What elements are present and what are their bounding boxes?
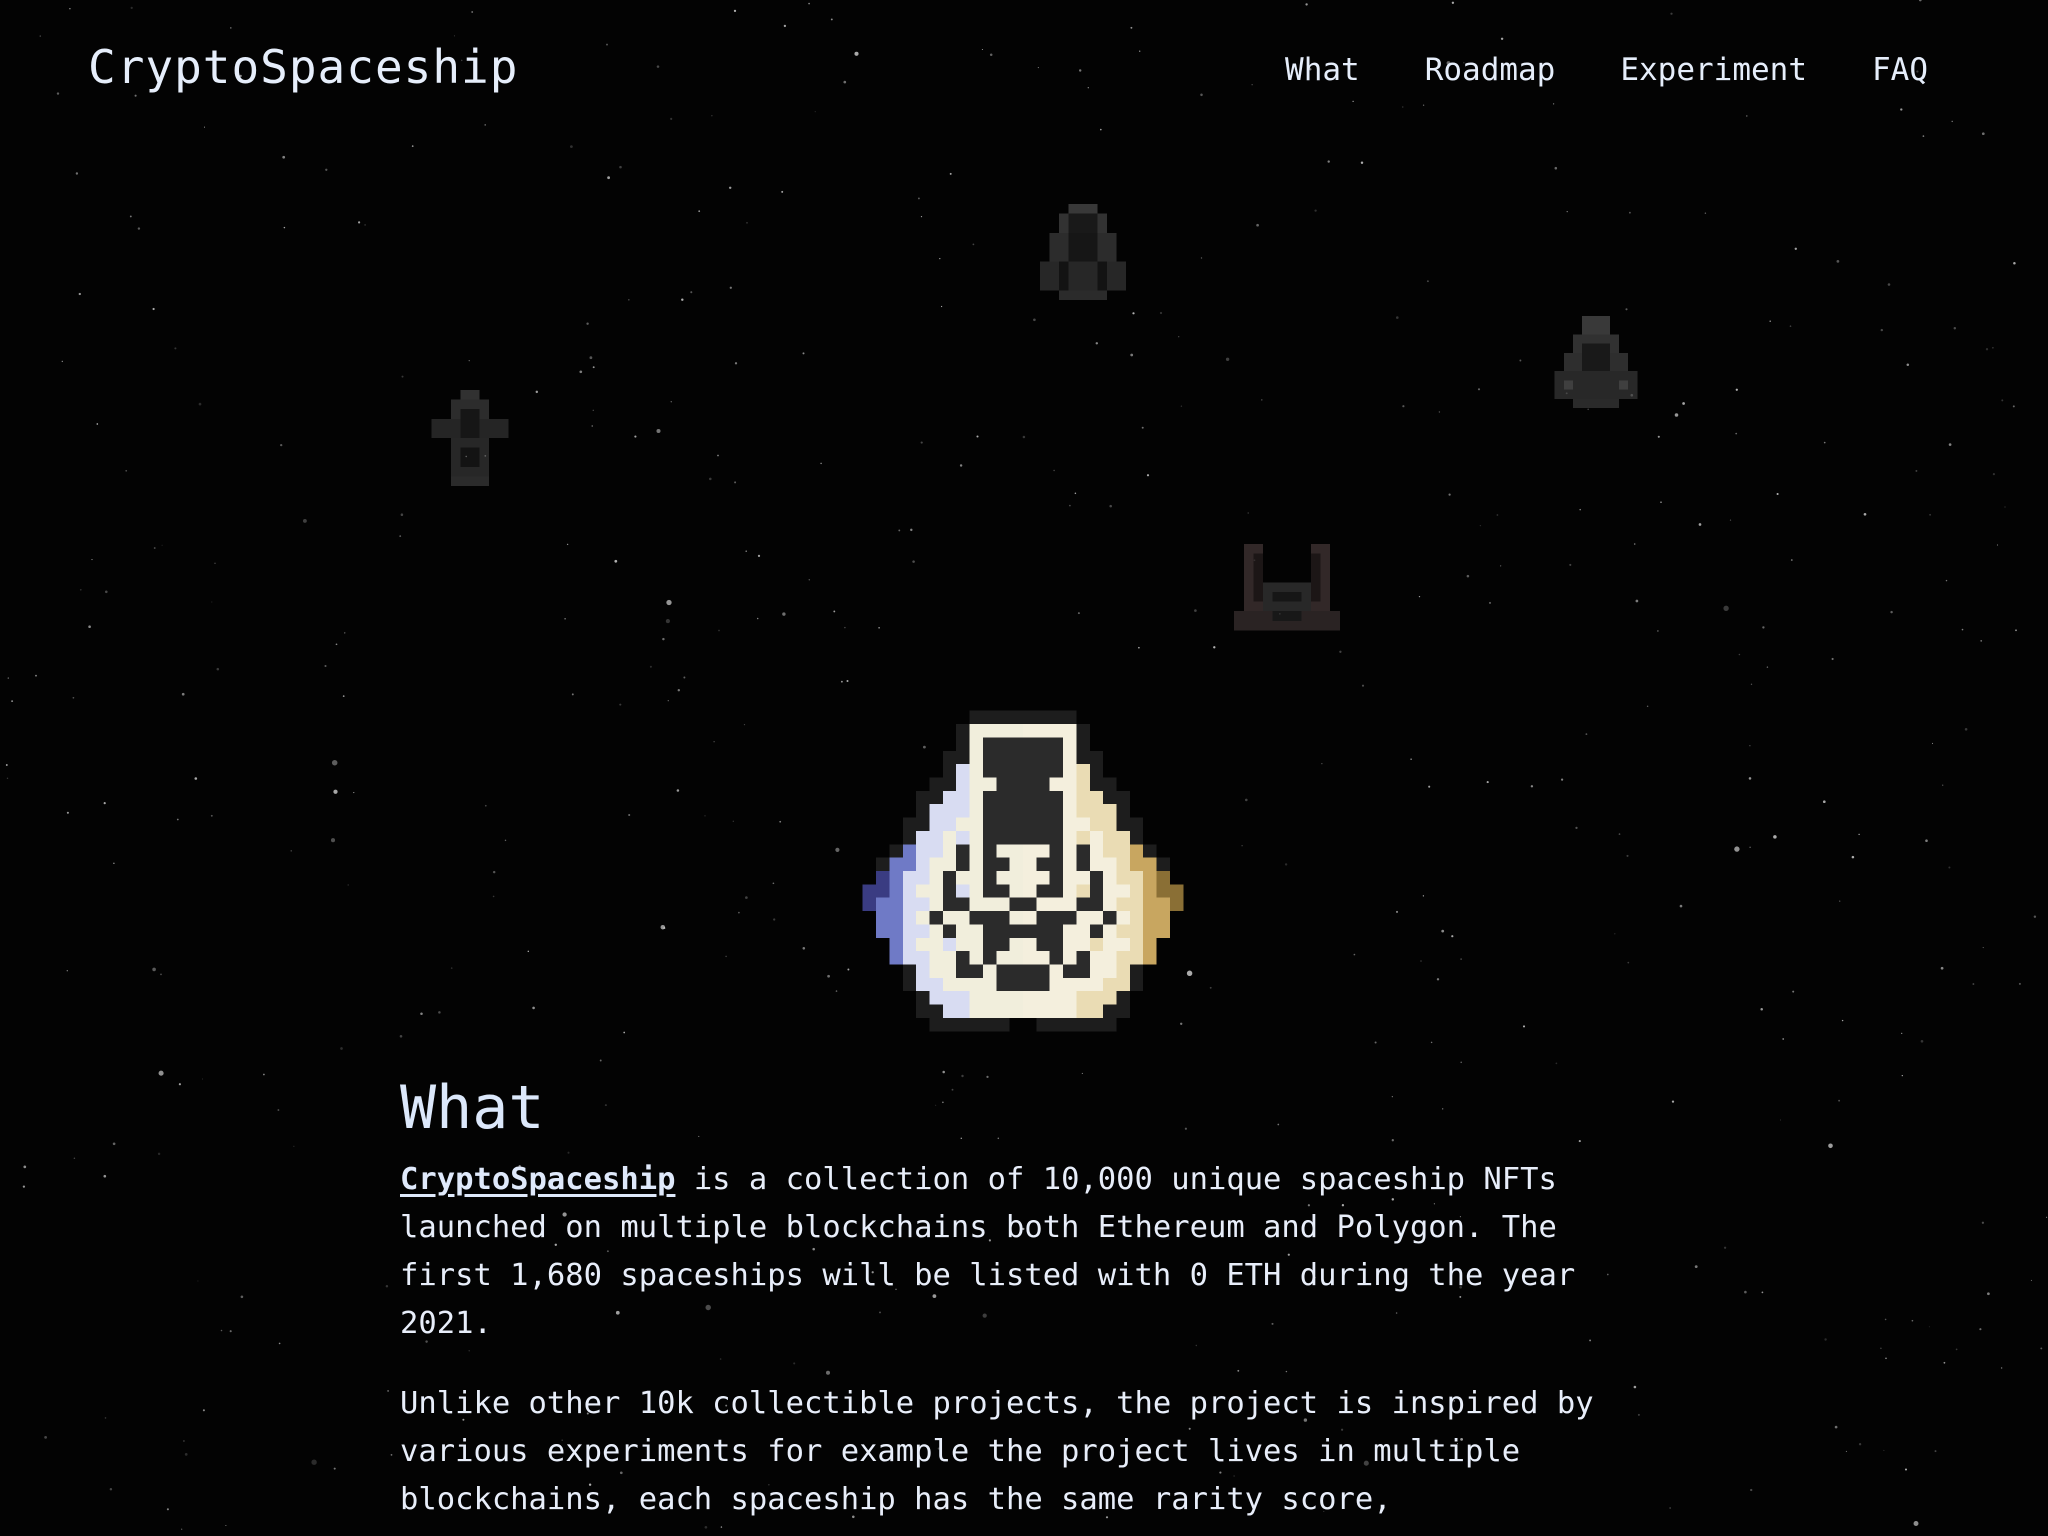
- spaceship-icon: [862, 710, 1184, 1032]
- nav-link-faq[interactable]: FAQ: [1872, 52, 1928, 88]
- nav-link-experiment[interactable]: Experiment: [1620, 52, 1807, 88]
- background-spaceship-icon: [431, 390, 509, 486]
- body-paragraph: Unlike other 10k collectible projects, t…: [400, 1386, 1594, 1517]
- main-nav: What Roadmap Experiment FAQ: [1285, 52, 1928, 88]
- background-spaceship-icon: [1554, 316, 1638, 408]
- nav-link-roadmap[interactable]: Roadmap: [1425, 52, 1556, 88]
- site-logo[interactable]: CryptoSpaceship: [88, 40, 518, 94]
- nav-link-what[interactable]: What: [1285, 52, 1360, 88]
- intro-paragraph: CryptoSpaceship is a collection of 10,00…: [400, 1156, 1640, 1348]
- background-spaceship-icon: [1234, 544, 1340, 631]
- background-spaceship-icon: [1039, 204, 1127, 300]
- brand-link[interactable]: CryptoSpaceship: [400, 1162, 675, 1197]
- what-section: What CryptoSpaceship is a collection of …: [400, 1068, 1640, 1536]
- section-heading: What: [400, 1073, 545, 1143]
